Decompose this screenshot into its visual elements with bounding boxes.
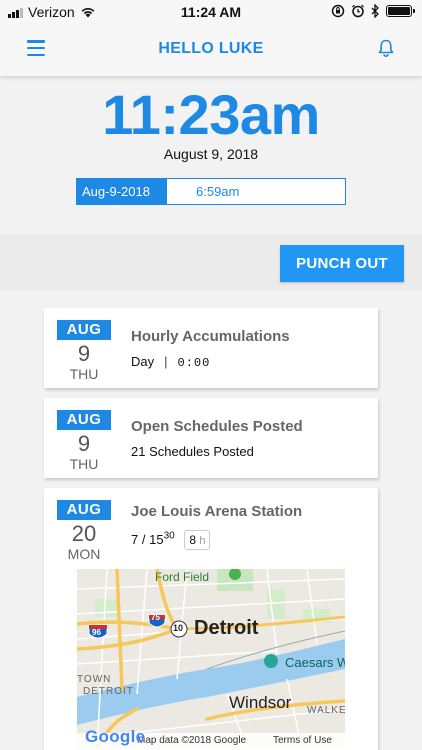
card-weekday: MON: [67, 546, 101, 562]
current-time: 11:23am: [102, 83, 320, 146]
card-title: Joe Louis Arena Station: [131, 503, 303, 520]
alarm-icon: [352, 4, 364, 18]
map-attribution: Map data ©2018 Google: [137, 735, 247, 746]
shift-hours-chip: 8 h: [184, 530, 211, 550]
hourly-accumulations-card[interactable]: AUG 9 THU Hourly Accumulations Day | 0:00: [44, 308, 378, 388]
shift-end-minutes: 30: [163, 530, 175, 542]
punch-time: 6:59am: [196, 184, 240, 199]
shift-start: 7: [131, 532, 139, 547]
location-map[interactable]: Ford Field Detroit Caesars W TOWN DETROI…: [77, 569, 345, 749]
status-right: [331, 4, 415, 18]
map-label-town: TOWN: [77, 674, 112, 685]
map-label-windsor: Windsor: [229, 693, 292, 712]
battery-icon: [386, 5, 415, 17]
bell-icon[interactable]: [376, 38, 396, 58]
divider: |: [164, 354, 168, 369]
route-75-shield: 75: [151, 613, 160, 622]
card-title: Hourly Accumulations: [131, 328, 290, 345]
google-logo: Google: [85, 727, 146, 746]
period-label: Day: [131, 354, 155, 369]
app-header: HELLO LUKE: [0, 24, 422, 76]
status-bar: Verizon 11:24 AM: [0, 0, 422, 24]
punch-date: Aug-9-2018: [77, 179, 167, 204]
shift-card[interactable]: AUG 20 MON Joe Louis Arena Station 7 / 1…: [44, 488, 378, 750]
card-month: AUG: [57, 410, 111, 430]
shift-times: 7 / 1530 8 h: [131, 530, 211, 550]
card-subtitle: Day | 0:00: [131, 354, 210, 370]
shift-hours-unit: h: [199, 535, 206, 547]
last-punch-record: Aug-9-2018 6:59am: [76, 178, 346, 205]
map-terms-link[interactable]: Terms of Use: [273, 735, 332, 746]
bluetooth-icon: [371, 4, 379, 18]
card-month: AUG: [57, 320, 111, 340]
card-title: Open Schedules Posted: [131, 418, 303, 435]
card-weekday: THU: [69, 456, 99, 472]
current-date: August 9, 2018: [163, 146, 259, 162]
map-label-ford-field: Ford Field: [155, 570, 210, 584]
card-subtitle: 21 Schedules Posted: [131, 444, 254, 459]
accumulated-hours: 0:00: [177, 356, 211, 370]
card-weekday: THU: [69, 366, 99, 382]
card-day: 9: [77, 341, 91, 366]
card-date-badge: AUG 20 MON: [57, 500, 111, 562]
shift-end: 15: [149, 532, 164, 547]
map-label-walker: WALKE: [307, 705, 345, 716]
rotation-lock-icon: [331, 4, 345, 18]
card-day: 9: [77, 431, 91, 456]
map-label-detroit: Detroit: [194, 617, 259, 639]
card-date-badge: AUG 9 THU: [57, 410, 111, 472]
card-day: 20: [71, 521, 97, 546]
card-month: AUG: [57, 500, 111, 520]
card-date-badge: AUG 9 THU: [57, 320, 111, 382]
open-schedules-card[interactable]: AUG 9 THU Open Schedules Posted 21 Sched…: [44, 398, 378, 478]
route-10-shield: 10: [173, 623, 184, 633]
map-label-caesars: Caesars W: [285, 655, 345, 670]
action-band: PUNCH OUT: [0, 234, 422, 290]
shift-hours: 8: [189, 533, 197, 547]
map-label-town-detroit: DETROIT: [83, 686, 134, 697]
header-title: HELLO LUKE: [158, 40, 264, 57]
punch-out-button[interactable]: PUNCH OUT: [280, 245, 404, 282]
shift-separator: /: [141, 532, 146, 547]
route-96-shield: 96: [92, 628, 101, 637]
